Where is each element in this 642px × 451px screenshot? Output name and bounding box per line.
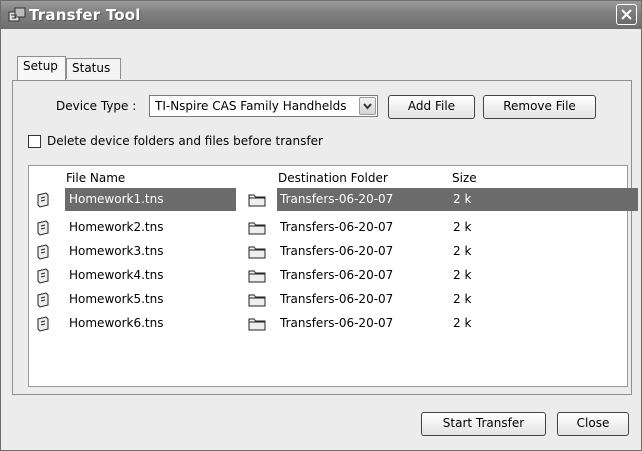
- destination-folder: Transfers-06-20-07: [280, 192, 394, 206]
- close-button[interactable]: Close: [557, 412, 629, 436]
- tns-document-icon: [36, 220, 52, 236]
- file-size: 2 k: [453, 292, 472, 306]
- tab-setup[interactable]: Setup: [17, 56, 66, 80]
- file-name: Homework6.tns: [69, 316, 164, 330]
- tab-status[interactable]: Status: [66, 58, 121, 79]
- transfer-tool-icon: [8, 6, 26, 24]
- start-transfer-button[interactable]: Start Transfer: [421, 412, 546, 436]
- folder-icon: [248, 268, 266, 284]
- destination-folder: Transfers-06-20-07: [280, 220, 394, 234]
- destination-folder: Transfers-06-20-07: [280, 268, 394, 282]
- folder-icon: [248, 292, 266, 308]
- column-header-size[interactable]: Size: [452, 171, 477, 185]
- table-row[interactable]: Homework1.tns Transfers-06-20-07 2 k: [29, 188, 638, 211]
- file-size: 2 k: [453, 268, 472, 282]
- file-name: Homework3.tns: [69, 244, 164, 258]
- tns-document-icon: [36, 268, 52, 284]
- column-header-file-name[interactable]: File Name: [66, 171, 125, 185]
- file-table[interactable]: File Name Destination Folder Size Homewo…: [28, 165, 638, 387]
- delete-before-transfer-checkbox[interactable]: [28, 135, 41, 148]
- remove-file-button[interactable]: Remove File: [483, 95, 596, 119]
- window-title: Transfer Tool: [29, 6, 141, 24]
- transfer-tool-window: Transfer Tool Setup Status Device Type :…: [0, 0, 642, 451]
- file-name: Homework2.tns: [69, 220, 164, 234]
- add-file-button[interactable]: Add File: [388, 95, 475, 119]
- table-row[interactable]: Homework2.tns Transfers-06-20-07 2 k: [29, 216, 627, 239]
- file-size: 2 k: [453, 316, 472, 330]
- file-name: Homework4.tns: [69, 268, 164, 282]
- table-row[interactable]: Homework5.tns Transfers-06-20-07 2 k: [29, 288, 627, 311]
- title-bar[interactable]: Transfer Tool: [1, 1, 641, 29]
- delete-before-transfer-label: Delete device folders and files before t…: [47, 134, 323, 148]
- file-size: 2 k: [453, 220, 472, 234]
- file-size: 2 k: [453, 244, 472, 258]
- table-row[interactable]: Homework6.tns Transfers-06-20-07 2 k: [29, 312, 627, 335]
- tns-document-icon: [36, 244, 52, 260]
- destination-folder: Transfers-06-20-07: [280, 244, 394, 258]
- tns-document-icon: [36, 192, 52, 208]
- column-header-destination-folder[interactable]: Destination Folder: [278, 171, 388, 185]
- file-size: 2 k: [453, 192, 472, 206]
- tns-document-icon: [36, 292, 52, 308]
- folder-icon: [248, 316, 266, 332]
- file-name: Homework5.tns: [69, 292, 164, 306]
- device-type-value: TI-Nspire CAS Family Handhelds: [155, 99, 347, 113]
- device-type-label: Device Type :: [56, 99, 137, 113]
- chevron-down-icon[interactable]: [359, 97, 376, 115]
- tns-document-icon: [36, 316, 52, 332]
- destination-folder: Transfers-06-20-07: [280, 316, 394, 330]
- window-close-button[interactable]: [616, 4, 637, 25]
- destination-folder: Transfers-06-20-07: [280, 292, 394, 306]
- file-name: Homework1.tns: [69, 192, 164, 206]
- folder-icon: [248, 192, 266, 208]
- folder-icon: [248, 220, 266, 236]
- table-row[interactable]: Homework4.tns Transfers-06-20-07 2 k: [29, 264, 627, 287]
- table-row[interactable]: Homework3.tns Transfers-06-20-07 2 k: [29, 240, 627, 263]
- device-type-select[interactable]: TI-Nspire CAS Family Handhelds: [149, 95, 378, 117]
- folder-icon: [248, 244, 266, 260]
